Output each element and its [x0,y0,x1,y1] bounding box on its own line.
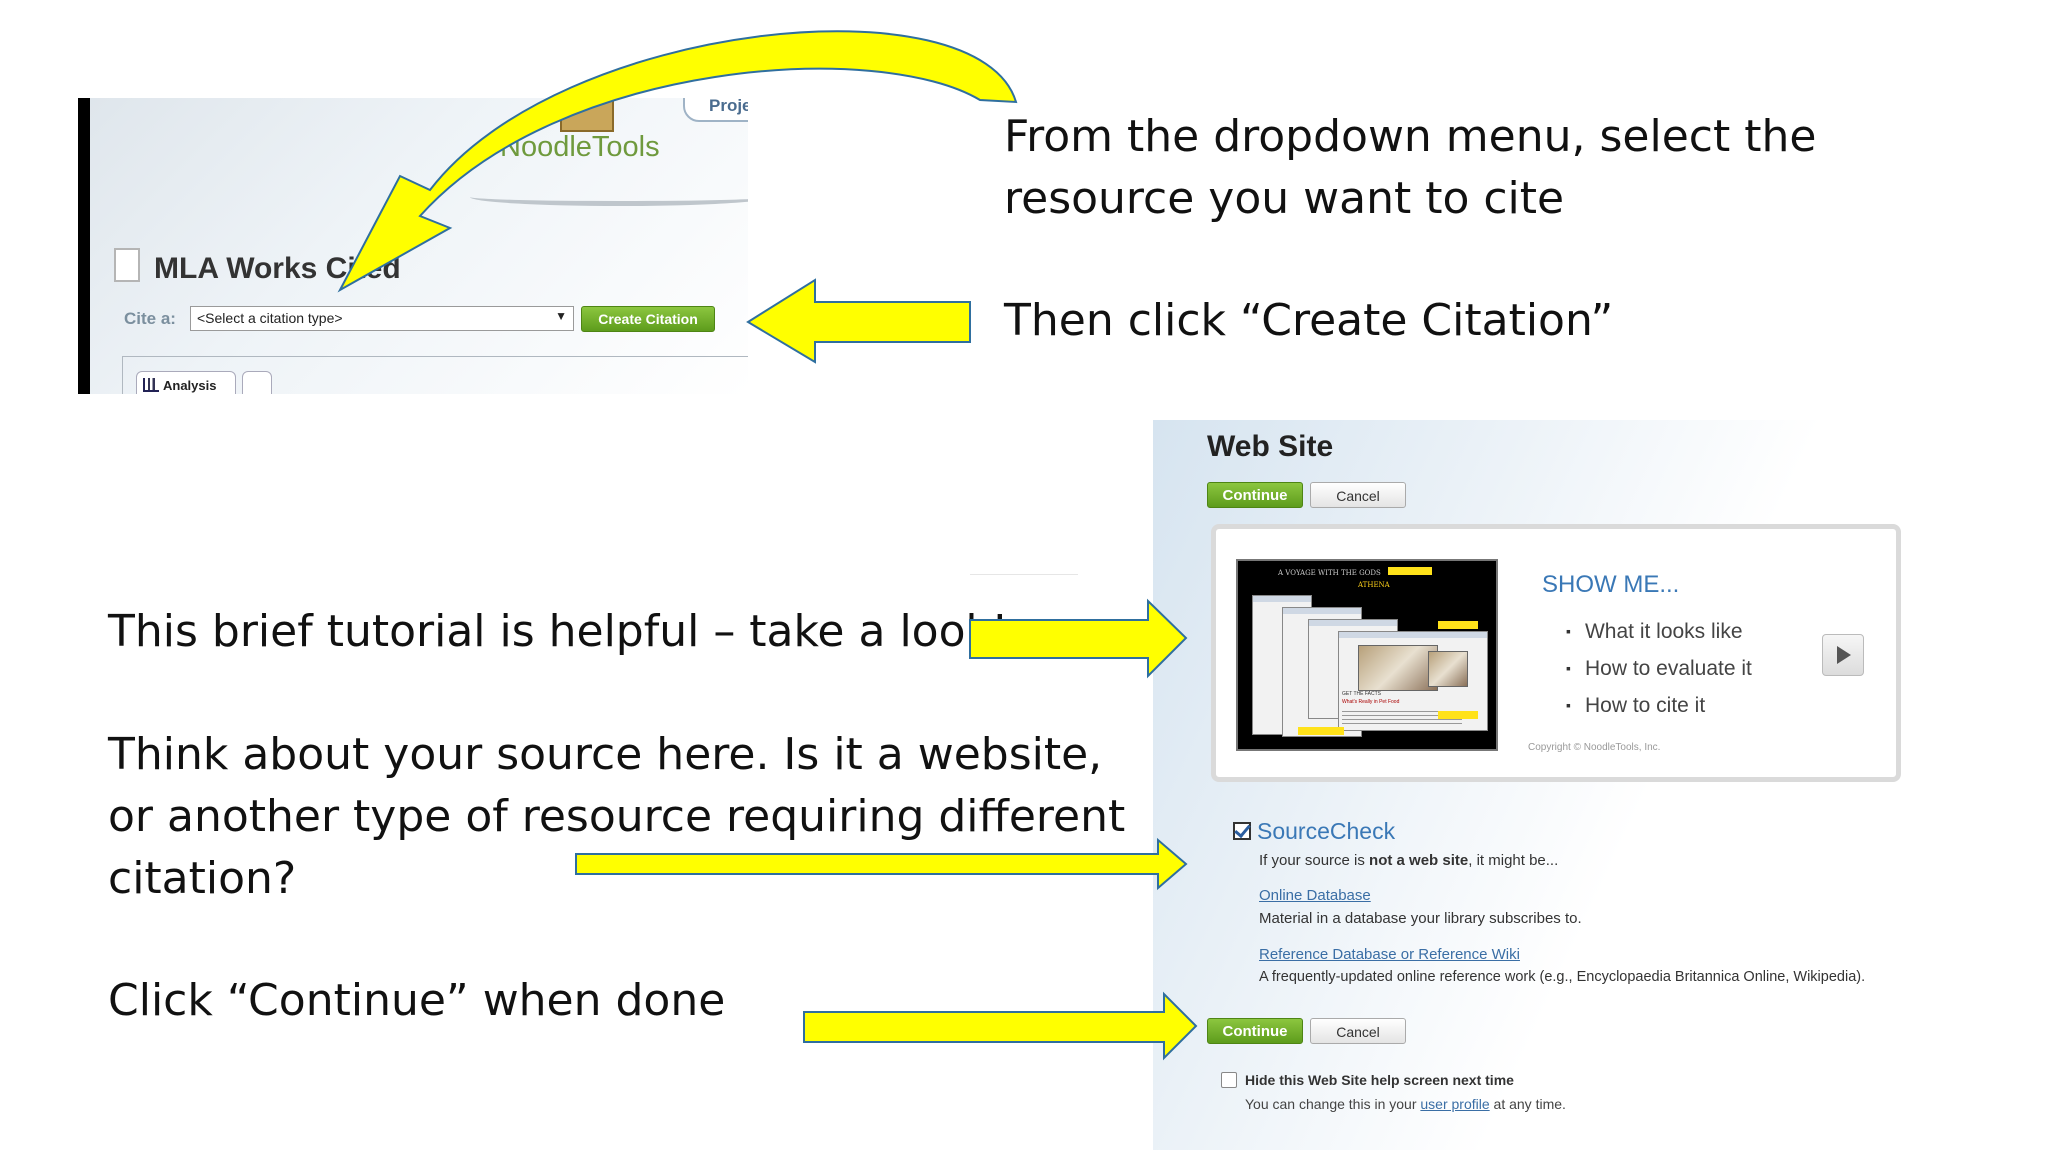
arrow-to-continue [803,991,1198,1061]
arrow-to-sourcecheck [575,837,1188,891]
curved-arrow [337,30,1018,293]
arrow-to-tutorial [969,598,1188,679]
callout-arrows [337,30,1198,1061]
arrow-to-create-citation [746,278,971,364]
